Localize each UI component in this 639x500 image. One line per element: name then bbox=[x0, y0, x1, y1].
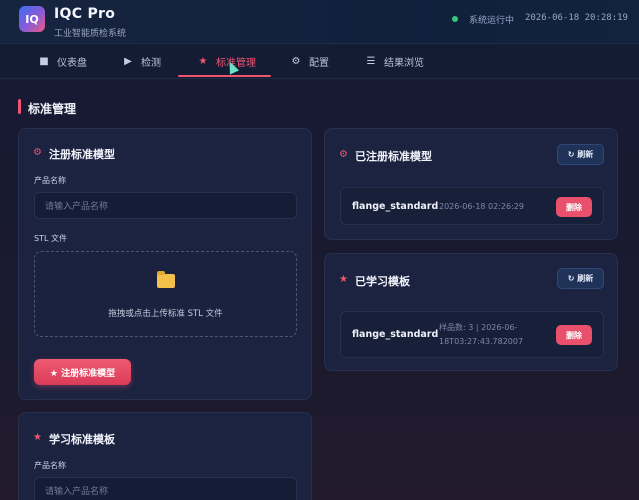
active-tab-indicator bbox=[178, 75, 271, 77]
card-title: 注册标准模型 bbox=[49, 148, 115, 161]
delete-button[interactable]: 删除 bbox=[556, 197, 592, 217]
learn-template-card: ★ 学习标准模板 产品名称 请输入产品名称 bbox=[18, 412, 312, 500]
app-logo: IQ bbox=[19, 6, 45, 32]
product-name-input[interactable]: 请输入产品名称 bbox=[34, 192, 297, 219]
product-name-input[interactable]: 请输入产品名称 bbox=[34, 477, 297, 500]
template-meta: 样品数: 3 | 2026-06- 18T03:27:43.782007 bbox=[439, 321, 523, 349]
dropzone-text: 拖拽或点击上传标准 STL 文件 bbox=[108, 309, 223, 319]
app-title: IQC Pro bbox=[54, 6, 116, 22]
tab-config[interactable]: ⚙ 配置 bbox=[289, 44, 329, 79]
star-icon: ★ bbox=[339, 274, 348, 285]
tab-label: 仪表盘 bbox=[57, 58, 87, 69]
model-name: flange_standard bbox=[352, 201, 439, 212]
tab-label: 结果浏览 bbox=[384, 58, 424, 69]
learned-templates-card: ★ 已学习模板 ↻ 刷新 flange_standard 样品数: 3 | 20… bbox=[324, 253, 618, 371]
card-title: 已注册标准模型 bbox=[355, 150, 432, 163]
delete-button[interactable]: 删除 bbox=[556, 325, 592, 345]
template-meta-line: 18T03:27:43.782007 bbox=[439, 337, 524, 346]
tab-dashboard[interactable]: ■ 仪表盘 bbox=[37, 44, 87, 79]
product-name-label: 产品名称 bbox=[34, 176, 66, 185]
refresh-button[interactable]: ↻ 刷新 bbox=[557, 268, 604, 289]
stl-file-label: STL 文件 bbox=[34, 234, 67, 243]
tab-standard-management[interactable]: ★ 标准管理 bbox=[196, 44, 256, 79]
stl-dropzone[interactable]: 拖拽或点击上传标准 STL 文件 bbox=[34, 251, 297, 337]
top-header: IQ IQC Pro 工业智能质检系统 系统运行中 2026-06-18 20:… bbox=[0, 0, 639, 44]
template-meta-line: 样品数: 3 | 2026-06- bbox=[439, 323, 518, 332]
page-title: 标准管理 bbox=[28, 102, 77, 116]
square-icon: ■ bbox=[39, 56, 49, 67]
main-nav: ■ 仪表盘 ▶ 检测 ★ 标准管理 ⚙ 配置 ☰ 结果浏览 bbox=[0, 44, 639, 79]
card-title: 学习标准模板 bbox=[49, 433, 115, 446]
registered-models-card: ⚙ 已注册标准模型 ↻ 刷新 flange_standard 2026-06-1… bbox=[324, 128, 618, 240]
system-status: 系统运行中 bbox=[469, 16, 515, 26]
product-name-label: 产品名称 bbox=[34, 461, 66, 470]
tab-results[interactable]: ☰ 结果浏览 bbox=[364, 44, 424, 79]
tab-label: 配置 bbox=[309, 58, 329, 69]
gear-icon: ⚙ bbox=[33, 147, 42, 158]
system-time: 2026-06-18 20:28:19 bbox=[525, 13, 628, 23]
card-title: 已学习模板 bbox=[355, 275, 410, 288]
status-indicator-icon bbox=[452, 16, 458, 22]
title-accent-bar bbox=[18, 99, 21, 114]
gear-icon: ⚙ bbox=[339, 149, 348, 160]
star-icon: ★ bbox=[33, 432, 42, 443]
folder-icon bbox=[157, 271, 175, 288]
star-icon: ★ bbox=[198, 56, 208, 67]
list-item: flange_standard 样品数: 3 | 2026-06- 18T03:… bbox=[340, 311, 604, 358]
list-item: flange_standard 2026-06-18 02:26:29 删除 bbox=[340, 187, 604, 225]
template-name: flange_standard bbox=[352, 329, 439, 340]
model-timestamp: 2026-06-18 02:26:29 bbox=[439, 202, 524, 211]
tab-label: 检测 bbox=[141, 58, 161, 69]
list-icon: ☰ bbox=[366, 56, 376, 67]
refresh-button[interactable]: ↻ 刷新 bbox=[557, 144, 604, 165]
play-icon: ▶ bbox=[124, 56, 132, 67]
app-subtitle: 工业智能质检系统 bbox=[54, 29, 127, 39]
tab-detect[interactable]: ▶ 检测 bbox=[121, 44, 161, 79]
gear-icon: ⚙ bbox=[291, 56, 301, 67]
register-model-button[interactable]: ★ 注册标准模型 bbox=[34, 359, 131, 385]
register-model-card: ⚙ 注册标准模型 产品名称 请输入产品名称 STL 文件 拖拽或点击上传标准 S… bbox=[18, 128, 312, 400]
